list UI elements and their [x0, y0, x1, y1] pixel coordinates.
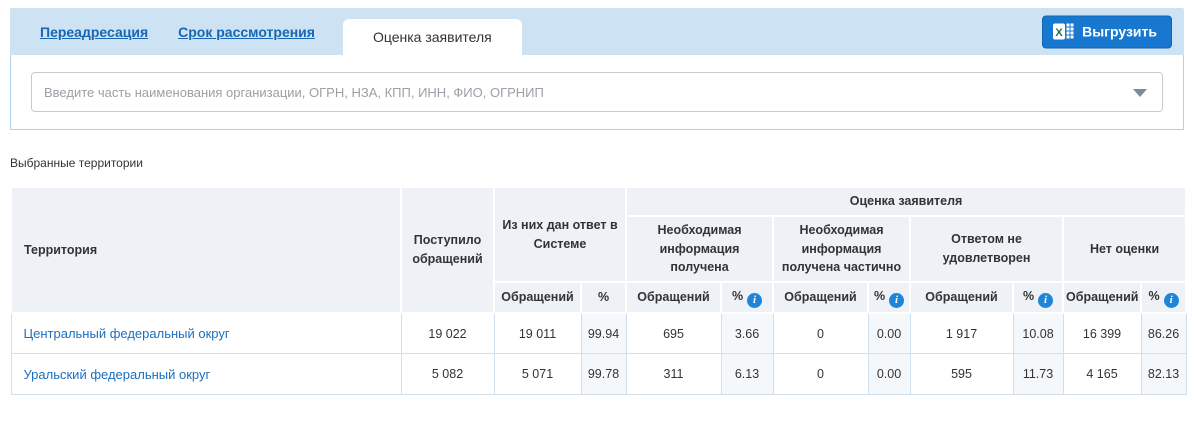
info-partial-pct-cell: 0.00	[867, 312, 911, 355]
export-button[interactable]: X Выгрузить	[1042, 15, 1172, 48]
info-received-cell: 695	[625, 312, 722, 355]
tab-srok-rassmotreniya[interactable]: Срок рассмотрения	[178, 24, 315, 40]
col-header-received: Поступило обращений	[400, 186, 495, 314]
subcol-info-partial-appeals: Обращений	[772, 281, 870, 314]
svg-text:X: X	[1055, 27, 1063, 39]
subcol-no-eval-appeals: Обращений	[1062, 281, 1143, 314]
active-tab-label: Оценка заявителя	[372, 29, 492, 45]
subcol-no-eval-percent: % i	[1140, 281, 1188, 314]
filter-panel	[10, 55, 1184, 130]
unsatisfied-cell: 1 917	[909, 312, 1014, 355]
organization-select	[31, 72, 1163, 112]
report-page: Переадресация Срок рассмотрения Оценка з…	[0, 0, 1194, 396]
no-eval-cell: 16 399	[1062, 312, 1142, 355]
info-received-pct-cell: 6.13	[720, 353, 774, 396]
organization-search-input[interactable]	[31, 72, 1163, 112]
info-received-cell: 311	[625, 353, 722, 396]
info-partial-pct-cell: 0.00	[867, 353, 911, 396]
info-partial-cell: 0	[772, 312, 869, 355]
col-header-territory: Территория	[10, 186, 402, 314]
answered-pct-cell: 99.78	[580, 353, 627, 396]
no-eval-pct-cell: 82.13	[1140, 353, 1187, 396]
percent-label: %	[873, 289, 886, 303]
table-row: Уральский федеральный округ 5 082 5 071 …	[10, 353, 1187, 396]
unsatisfied-pct-cell: 11.73	[1012, 353, 1064, 396]
col-header-answered-group: Из них дан ответ в Системе	[492, 186, 628, 283]
subcol-info-partial-percent: % i	[867, 281, 912, 314]
col-header-no-evaluation: Нет оценки	[1062, 214, 1188, 284]
chevron-down-icon[interactable]	[1133, 89, 1147, 97]
col-header-info-received: Необходимая информация получена	[625, 214, 775, 284]
no-eval-cell: 4 165	[1062, 353, 1142, 396]
col-header-evaluation-group: Оценка заявителя	[625, 186, 1188, 217]
territory-link-central[interactable]: Центральный федеральный округ	[24, 326, 230, 341]
percent-label: %	[731, 289, 744, 303]
territory-link-ural[interactable]: Уральский федеральный округ	[24, 367, 211, 382]
selected-territories-label: Выбранные территории	[10, 156, 143, 170]
subcol-unsatisfied-percent: % i	[1012, 281, 1065, 314]
table-row: Центральный федеральный округ 19 022 19 …	[10, 312, 1187, 355]
unsatisfied-pct-cell: 10.08	[1012, 312, 1064, 355]
subcol-answered-percent: %	[579, 281, 628, 314]
excel-icon: X	[1053, 23, 1074, 41]
subcol-unsatisfied-appeals: Обращений	[909, 281, 1015, 314]
territories-report-table: Территория Поступило обращений Из них да…	[10, 186, 1188, 396]
col-header-unsatisfied: Ответом не удовлетворен	[909, 214, 1065, 284]
received-cell: 19 022	[400, 312, 495, 355]
info-icon[interactable]: i	[1038, 292, 1054, 308]
percent-label: %	[1148, 289, 1160, 303]
territory-cell: Центральный федеральный округ	[10, 312, 402, 355]
info-partial-cell: 0	[772, 353, 869, 396]
info-icon[interactable]: i	[889, 292, 905, 308]
subcol-info-received-percent: % i	[720, 281, 775, 314]
tab-bar: Переадресация Срок рассмотрения Оценка з…	[10, 8, 1184, 55]
tab-pereadresaciya[interactable]: Переадресация	[40, 24, 148, 40]
percent-label: %	[1022, 289, 1035, 303]
answered-cell: 19 011	[493, 312, 582, 355]
unsatisfied-cell: 595	[909, 353, 1014, 396]
subcol-info-received-appeals: Обращений	[625, 281, 723, 314]
territory-cell: Уральский федеральный округ	[10, 353, 402, 396]
export-button-label: Выгрузить	[1082, 23, 1157, 40]
info-icon[interactable]: i	[747, 292, 763, 308]
no-eval-pct-cell: 86.26	[1140, 312, 1187, 355]
info-icon[interactable]: i	[1163, 292, 1179, 308]
info-received-pct-cell: 3.66	[720, 312, 774, 355]
answered-pct-cell: 99.94	[580, 312, 627, 355]
tab-ocenka-zayavitelya[interactable]: Оценка заявителя	[342, 19, 522, 55]
answered-cell: 5 071	[493, 353, 582, 396]
subcol-answered-appeals: Обращений	[493, 281, 582, 314]
received-cell: 5 082	[400, 353, 495, 396]
col-header-info-partial: Необходимая информация получена частично	[772, 214, 912, 284]
